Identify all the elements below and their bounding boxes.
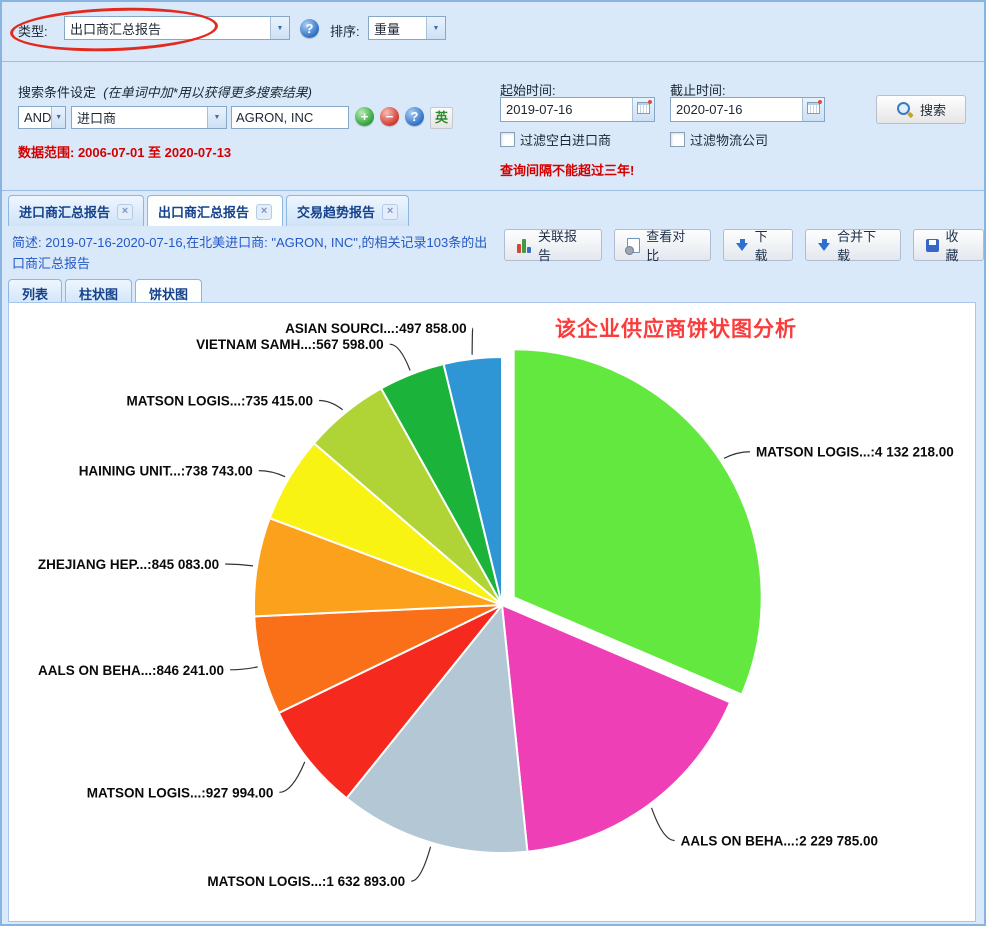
tab-label: 进口商汇总报告	[19, 202, 110, 221]
merge-download-label: 合并下载	[837, 226, 888, 264]
filter-logistics-label: 过滤物流公司	[690, 133, 768, 148]
supplier-pie-chart: MATSON LOGIS...:4 132 218.00 AALS ON BEHA…	[9, 303, 975, 921]
pie-label-leader-line	[652, 808, 675, 841]
app-window: 类型: 出口商汇总报告 ? 排序: 重量 搜索条件设定 (在单词中加*用以获得更…	[0, 0, 986, 926]
search-button-label: 搜索	[920, 100, 946, 119]
start-date-value: 2019-07-16	[506, 102, 573, 117]
keyword-input[interactable]	[231, 106, 349, 129]
search-icon	[896, 101, 914, 118]
pie-slice-label: MATSON LOGIS...:735 415.00	[126, 393, 313, 408]
pie-label-leader-line	[390, 344, 410, 370]
filter-logistics-option[interactable]: 过滤物流公司	[670, 130, 768, 149]
view-compare-button[interactable]: 查看对比	[614, 229, 710, 261]
chevron-down-icon[interactable]	[270, 17, 289, 39]
panel-divider	[2, 61, 984, 62]
language-toggle-badge[interactable]: 英	[430, 107, 453, 129]
pie-slice-label: VIETNAM SAMH...:567 598.00	[196, 337, 384, 352]
chart-title: 该企业供应商饼状图分析	[555, 313, 797, 343]
filter-blank-importer-label: 过滤空白进口商	[520, 133, 611, 148]
bar-chart-icon	[517, 238, 532, 253]
tab-trade-trend[interactable]: 交易趋势报告	[286, 195, 409, 226]
search-conditions-title: 搜索条件设定 (在单词中加*用以获得更多搜索结果)	[18, 82, 312, 101]
download-button[interactable]: 下载	[723, 229, 794, 261]
close-icon[interactable]	[117, 204, 133, 220]
data-range-note: 数据范围: 2006-07-01 至 2020-07-13	[18, 142, 231, 161]
search-conditions-label: 搜索条件设定	[18, 85, 96, 100]
bool-operator-select[interactable]: AND	[18, 106, 66, 129]
pie-label-leader-line	[230, 667, 258, 670]
view-compare-label: 查看对比	[646, 226, 697, 264]
pie-label-leader-line	[259, 471, 285, 477]
pie-label-leader-line	[319, 400, 343, 409]
related-report-button[interactable]: 关联报告	[504, 229, 602, 261]
close-icon[interactable]	[382, 204, 398, 220]
pie-label-leader-line	[724, 452, 750, 459]
type-label: 类型:	[18, 21, 48, 40]
download-arrow-icon	[818, 239, 831, 252]
sort-label: 排序:	[330, 21, 360, 40]
pie-slice-label: HAINING UNIT...:738 743.00	[79, 464, 253, 479]
start-date-input[interactable]: 2019-07-16	[500, 97, 655, 122]
pie-label-leader-line	[225, 564, 253, 566]
tab-label: 交易趋势报告	[297, 202, 375, 221]
filter-blank-importer-option[interactable]: 过滤空白进口商	[500, 130, 611, 149]
compare-doc-icon	[627, 238, 640, 253]
pie-slice-label: AALS ON BEHA...:846 241.00	[38, 663, 224, 678]
filter-blank-importer-checkbox[interactable]	[500, 132, 515, 147]
help-icon[interactable]: ?	[300, 19, 319, 38]
pie-slice-label: MATSON LOGIS...:1 632 893.00	[207, 874, 405, 889]
pie-label-leader-line	[472, 328, 473, 355]
report-type-value: 出口商汇总报告	[70, 19, 161, 38]
report-toolbar: 关联报告 查看对比 下载 合并下载 收藏	[504, 229, 984, 261]
query-interval-warning: 查询间隔不能超过三年!	[500, 160, 634, 179]
save-disk-icon	[926, 239, 939, 252]
download-label: 下载	[755, 226, 781, 264]
bool-operator-value: AND	[24, 110, 51, 125]
related-report-label: 关联报告	[538, 226, 589, 264]
favorite-button[interactable]: 收藏	[913, 229, 984, 261]
merge-download-button[interactable]: 合并下载	[805, 229, 901, 261]
report-summary: 简述: 2019-07-16-2020-07-16,在北美进口商: "AGRON…	[12, 232, 500, 274]
report-tabstrip: 进口商汇总报告 出口商汇总报告 交易趋势报告	[8, 195, 409, 226]
download-arrow-icon	[736, 239, 749, 252]
pie-label-leader-line	[279, 762, 304, 792]
search-field-value: 进口商	[77, 108, 116, 127]
pie-label-leader-line	[411, 847, 430, 882]
end-date-value: 2020-07-16	[676, 102, 743, 117]
filter-logistics-checkbox[interactable]	[670, 132, 685, 147]
pie-slice-label: AALS ON BEHA...:2 229 785.00	[681, 834, 878, 849]
chevron-down-icon[interactable]	[207, 107, 226, 128]
tab-label: 出口商汇总报告	[158, 202, 249, 221]
sort-select[interactable]: 重量	[368, 16, 446, 40]
help-icon[interactable]: ?	[405, 107, 424, 126]
chevron-down-icon[interactable]	[426, 17, 445, 39]
search-field-select[interactable]: 进口商	[71, 106, 227, 129]
add-condition-icon[interactable]: +	[355, 107, 374, 126]
search-button[interactable]: 搜索	[876, 95, 966, 124]
sort-value: 重量	[374, 19, 400, 38]
calendar-icon[interactable]	[802, 98, 824, 121]
close-icon[interactable]	[256, 204, 272, 220]
pie-slice-label: ZHEJIANG HEP...:845 083.00	[38, 557, 219, 572]
favorite-label: 收藏	[945, 226, 971, 264]
chevron-down-icon[interactable]	[51, 107, 65, 128]
pie-slice-label: MATSON LOGIS...:4 132 218.00	[756, 445, 954, 460]
calendar-icon[interactable]	[632, 98, 654, 121]
search-hint: (在单词中加*用以获得更多搜索结果)	[103, 85, 312, 100]
tab-importer-summary[interactable]: 进口商汇总报告	[8, 195, 144, 226]
panel-divider	[2, 190, 984, 191]
chart-area: 该企业供应商饼状图分析 MATSON LOGIS...:4 132 218.00…	[8, 302, 976, 922]
pie-slice-label: ASIAN SOURCI...:497 858.00	[285, 321, 467, 336]
report-type-select[interactable]: 出口商汇总报告	[64, 16, 290, 40]
tab-exporter-summary[interactable]: 出口商汇总报告	[147, 195, 283, 226]
pie-slice-label: MATSON LOGIS...:927 994.00	[87, 785, 274, 800]
remove-condition-icon[interactable]: −	[380, 107, 399, 126]
end-date-input[interactable]: 2020-07-16	[670, 97, 825, 122]
